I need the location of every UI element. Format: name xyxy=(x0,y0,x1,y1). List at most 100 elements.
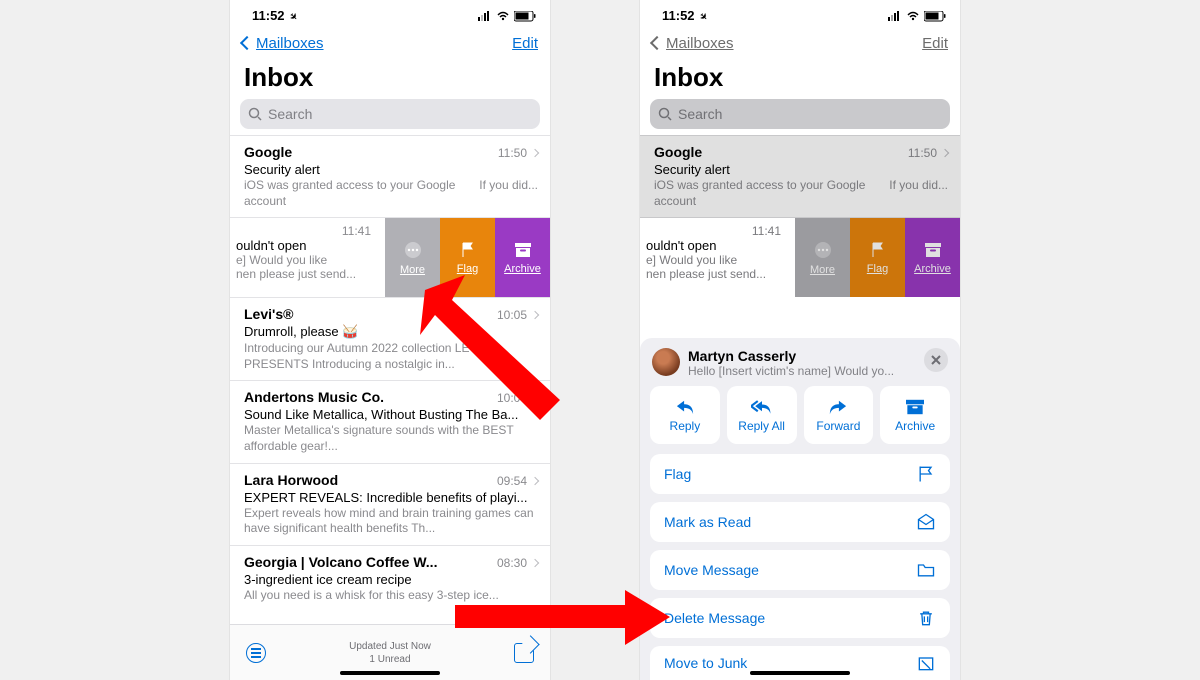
preview-line: nen please just send... xyxy=(236,267,375,281)
location-icon: ✈ xyxy=(696,10,709,23)
preview-line: nen please just send... xyxy=(646,267,785,281)
back-button[interactable]: Mailboxes xyxy=(242,35,324,52)
chevron-left-icon xyxy=(650,36,664,50)
time: 11:50 xyxy=(498,146,527,160)
updated-label: Updated Just Now xyxy=(349,640,431,653)
trash-icon xyxy=(916,608,936,628)
close-button[interactable] xyxy=(924,348,948,372)
home-indicator[interactable] xyxy=(750,671,850,675)
preview-right: If you did... xyxy=(479,178,538,192)
folder-icon xyxy=(916,560,936,580)
action-sheet: Martyn Casserly Hello [Insert victim's n… xyxy=(640,338,960,680)
status-time: 11:52 xyxy=(252,8,285,23)
reply-all-button[interactable]: Reply All xyxy=(727,386,797,444)
sheet-preview: Hello [Insert victim's name] Would yo... xyxy=(688,364,916,378)
archive-icon xyxy=(513,241,533,259)
subject-fragment: ouldn't open xyxy=(236,238,375,253)
more-icon xyxy=(403,240,423,260)
status-bar: 11:52✈ xyxy=(230,4,550,28)
forward-icon xyxy=(827,398,849,416)
reply-icon xyxy=(674,398,696,416)
back-button[interactable]: Mailboxes xyxy=(652,35,734,52)
chevron-right-icon xyxy=(531,559,539,567)
search-input[interactable]: Search xyxy=(240,99,540,129)
envelope-open-icon xyxy=(916,512,936,532)
status-indicators xyxy=(478,11,536,22)
preview-line: e] Would you like xyxy=(646,253,785,267)
avatar xyxy=(652,348,680,376)
reply-button[interactable]: Reply xyxy=(650,386,720,444)
flag-icon xyxy=(916,464,936,484)
page-title: Inbox xyxy=(640,58,960,99)
swipe-flag-button[interactable]: Flag xyxy=(850,218,905,297)
time: 08:30 xyxy=(497,556,527,570)
mark-read-action[interactable]: Mark as Read xyxy=(650,502,950,542)
forward-button[interactable]: Forward xyxy=(804,386,874,444)
chevron-right-icon xyxy=(531,149,539,157)
sheet-sender: Martyn Casserly xyxy=(688,348,916,364)
flag-icon xyxy=(459,241,477,259)
flag-icon xyxy=(869,241,887,259)
status-time: 11:52 xyxy=(662,8,695,23)
preview-right: If you did... xyxy=(889,178,948,192)
annotation-arrow xyxy=(455,590,675,650)
chevron-left-icon xyxy=(240,36,254,50)
subject: Security alert xyxy=(654,162,948,177)
subject: 3-ingredient ice cream recipe xyxy=(244,572,538,587)
subject: Security alert xyxy=(244,162,538,177)
close-icon xyxy=(931,355,941,365)
junk-icon xyxy=(916,653,936,673)
edit-button[interactable]: Edit xyxy=(922,35,948,52)
preview-line: e] Would you like xyxy=(236,253,375,267)
wifi-icon xyxy=(496,11,510,21)
filter-button[interactable] xyxy=(246,643,266,663)
nav-bar: Mailboxes Edit xyxy=(640,28,960,58)
swipe-more-button[interactable]: More xyxy=(795,218,850,297)
search-icon xyxy=(248,107,262,121)
time: 09:54 xyxy=(497,474,527,488)
message-row[interactable]: Google 11:50 Security alert If you did...… xyxy=(640,135,960,217)
time: 11:41 xyxy=(646,224,785,238)
annotation-arrow xyxy=(400,270,570,430)
chevron-right-icon xyxy=(941,149,949,157)
sender: Georgia | Volcano Coffee W... xyxy=(244,554,491,570)
search-input[interactable]: Search xyxy=(650,99,950,129)
chevron-right-icon xyxy=(531,476,539,484)
archive-icon xyxy=(923,241,943,259)
wifi-icon xyxy=(906,11,920,21)
preview: iOS was granted access to your Google ac… xyxy=(654,178,881,209)
message-row-swiped[interactable]: 11:41 ouldn't open e] Would you like nen… xyxy=(640,217,960,297)
home-indicator[interactable] xyxy=(340,671,440,675)
message-row[interactable]: Google 11:50 Security alert If you did..… xyxy=(230,135,550,217)
battery-icon xyxy=(924,11,946,22)
location-icon: ✈ xyxy=(286,10,299,23)
swipe-archive-button[interactable]: Archive xyxy=(905,218,960,297)
reply-all-icon xyxy=(751,398,773,416)
sender: Lara Horwood xyxy=(244,472,491,488)
message-row[interactable]: Lara Horwood09:54 EXPERT REVEALS: Incred… xyxy=(230,463,550,545)
status-indicators xyxy=(888,11,946,22)
search-placeholder: Search xyxy=(268,106,312,122)
battery-icon xyxy=(514,11,536,22)
archive-button[interactable]: Archive xyxy=(880,386,950,444)
sender: Google xyxy=(654,144,902,160)
time: 11:50 xyxy=(908,146,937,160)
signal-icon xyxy=(478,11,492,21)
status-bar: 11:52✈ xyxy=(640,4,960,28)
unread-label: 1 Unread xyxy=(349,653,431,666)
phone-screenshot-right: 11:52✈ Mailboxes Edit Inbox Search Googl… xyxy=(640,0,960,680)
nav-bar: Mailboxes Edit xyxy=(230,28,550,58)
subject-fragment: ouldn't open xyxy=(646,238,785,253)
move-action[interactable]: Move Message xyxy=(650,550,950,590)
flag-action[interactable]: Flag xyxy=(650,454,950,494)
preview: iOS was granted access to your Google ac… xyxy=(244,178,471,209)
page-title: Inbox xyxy=(230,58,550,99)
time: 11:41 xyxy=(236,224,375,238)
edit-button[interactable]: Edit xyxy=(512,35,538,52)
archive-icon xyxy=(904,398,926,416)
more-icon xyxy=(813,240,833,260)
search-icon xyxy=(658,107,672,121)
preview: Expert reveals how mind and brain traini… xyxy=(244,506,538,537)
delete-action[interactable]: Delete Message xyxy=(650,598,950,638)
signal-icon xyxy=(888,11,902,21)
